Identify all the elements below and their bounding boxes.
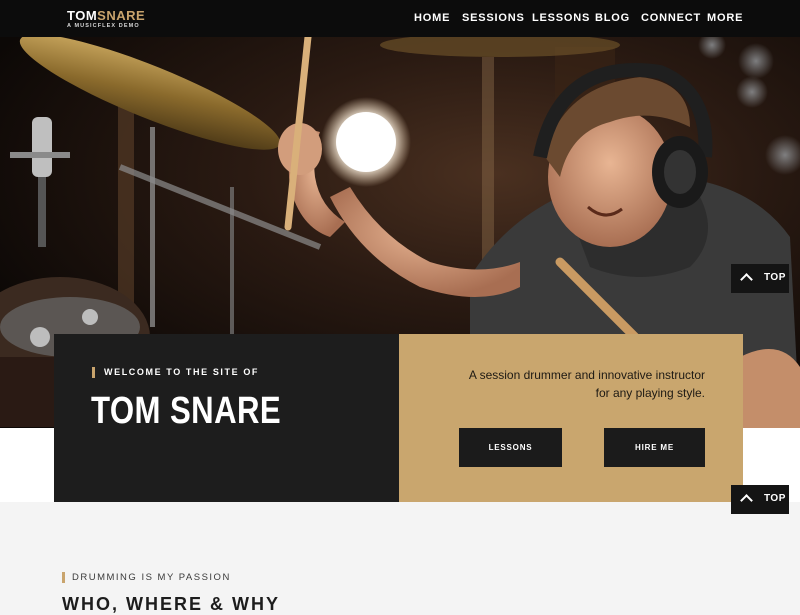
back-to-top-button-lower[interactable]: TOP — [731, 485, 789, 514]
back-to-top-button[interactable]: TOP — [731, 264, 789, 293]
intro-card-dark: WELCOME TO THE SITE OF TOM SNARE — [54, 334, 399, 502]
site-logo[interactable]: TOMSNARE A MUSICFLEX DEMO — [67, 9, 145, 29]
section-title: WHO, WHERE & WHY — [62, 594, 280, 614]
nav-item-sessions[interactable]: SESSIONS — [462, 12, 525, 24]
passion-eyebrow: DRUMMING IS MY PASSION — [62, 572, 231, 583]
back-to-top-label: TOP — [764, 493, 786, 504]
hire-me-button[interactable]: HIRE ME — [604, 428, 705, 467]
lessons-button[interactable]: LESSONS — [459, 428, 562, 467]
nav-item-more[interactable]: MORE — [707, 12, 743, 24]
chevron-up-icon — [740, 494, 753, 507]
logo-subtitle: A MUSICFLEX DEMO — [67, 23, 140, 29]
chevron-up-icon — [740, 273, 753, 286]
intro-card-gold: A session drummer and innovative instruc… — [399, 334, 743, 502]
nav-item-connect[interactable]: CONNECT — [641, 12, 701, 24]
back-to-top-label: TOP — [764, 272, 786, 283]
logo-text: TOMSNARE — [67, 9, 145, 22]
hero-tagline: A session drummer and innovative instruc… — [468, 368, 705, 400]
site-header: TOMSNARE A MUSICFLEX DEMO HOME SESSIONS … — [0, 0, 800, 37]
welcome-eyebrow: WELCOME TO THE SITE OF — [92, 367, 259, 378]
nav-item-home[interactable]: HOME — [414, 12, 450, 24]
nav-item-lessons[interactable]: LESSONS — [532, 12, 590, 24]
hero-title: TOM SNARE — [91, 390, 282, 432]
nav-item-blog[interactable]: BLOG — [595, 12, 630, 24]
logo-name-second: SNARE — [97, 8, 146, 23]
logo-name-first: TOM — [67, 8, 98, 23]
